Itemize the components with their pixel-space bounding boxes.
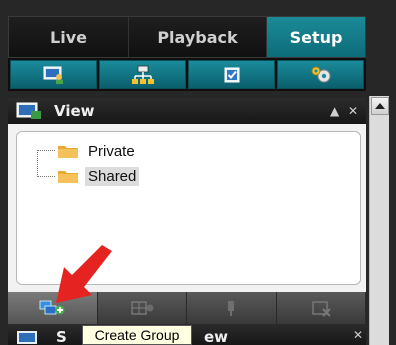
pin-icon — [228, 301, 235, 316]
view-panel-header: View ▲ ✕ — [8, 98, 366, 124]
folder-icon — [58, 171, 78, 183]
tree-item-private[interactable]: Private — [57, 140, 138, 162]
view-panel-icon — [16, 102, 41, 119]
tab-setup[interactable]: Setup — [267, 17, 365, 57]
create-group-tooltip: Create Group — [82, 325, 192, 345]
scroll-up-button[interactable] — [371, 97, 389, 115]
second-panel-close-button[interactable]: ✕ — [353, 328, 363, 342]
tree-item-label: Private — [88, 142, 135, 160]
red-arrow-icon — [56, 245, 112, 303]
delete-button[interactable] — [277, 292, 366, 324]
tree-item-label: Shared — [85, 166, 140, 186]
checkbox-icon — [224, 67, 239, 82]
monitor-user-icon — [43, 66, 63, 84]
pin-button[interactable] — [187, 292, 277, 324]
tree-connector — [37, 176, 55, 177]
tree-item-shared[interactable]: Shared — [57, 165, 140, 187]
panel-scrollbar[interactable] — [369, 96, 389, 345]
delete-icon — [312, 301, 331, 317]
app-root: Live Playback Setup View ▲ ✕ Private Sha… — [0, 0, 396, 345]
tab-live[interactable]: Live — [9, 17, 129, 57]
second-panel-title-end: ew — [204, 328, 229, 345]
network-button[interactable] — [99, 60, 186, 89]
panel-icon — [17, 331, 37, 344]
tab-playback[interactable]: Playback — [129, 17, 267, 57]
folder-icon — [58, 146, 78, 158]
layout-add-icon — [131, 301, 154, 315]
arrow-up-icon — [375, 103, 385, 109]
settings-button[interactable] — [277, 60, 364, 89]
tree-connector — [37, 150, 55, 151]
panel-close-button[interactable]: ✕ — [348, 104, 358, 118]
second-panel-title-start: S — [56, 328, 67, 345]
setup-toolbar — [8, 58, 366, 91]
checklist-button[interactable] — [188, 60, 275, 89]
panel-minimize-button[interactable]: ▲ — [330, 104, 339, 118]
view-panel-title: View — [54, 102, 95, 120]
tree-connector — [37, 150, 38, 177]
main-tabs: Live Playback Setup — [8, 16, 366, 58]
network-icon — [131, 65, 154, 84]
settings-gears-icon — [311, 66, 330, 82]
device-view-button[interactable] — [10, 60, 97, 89]
